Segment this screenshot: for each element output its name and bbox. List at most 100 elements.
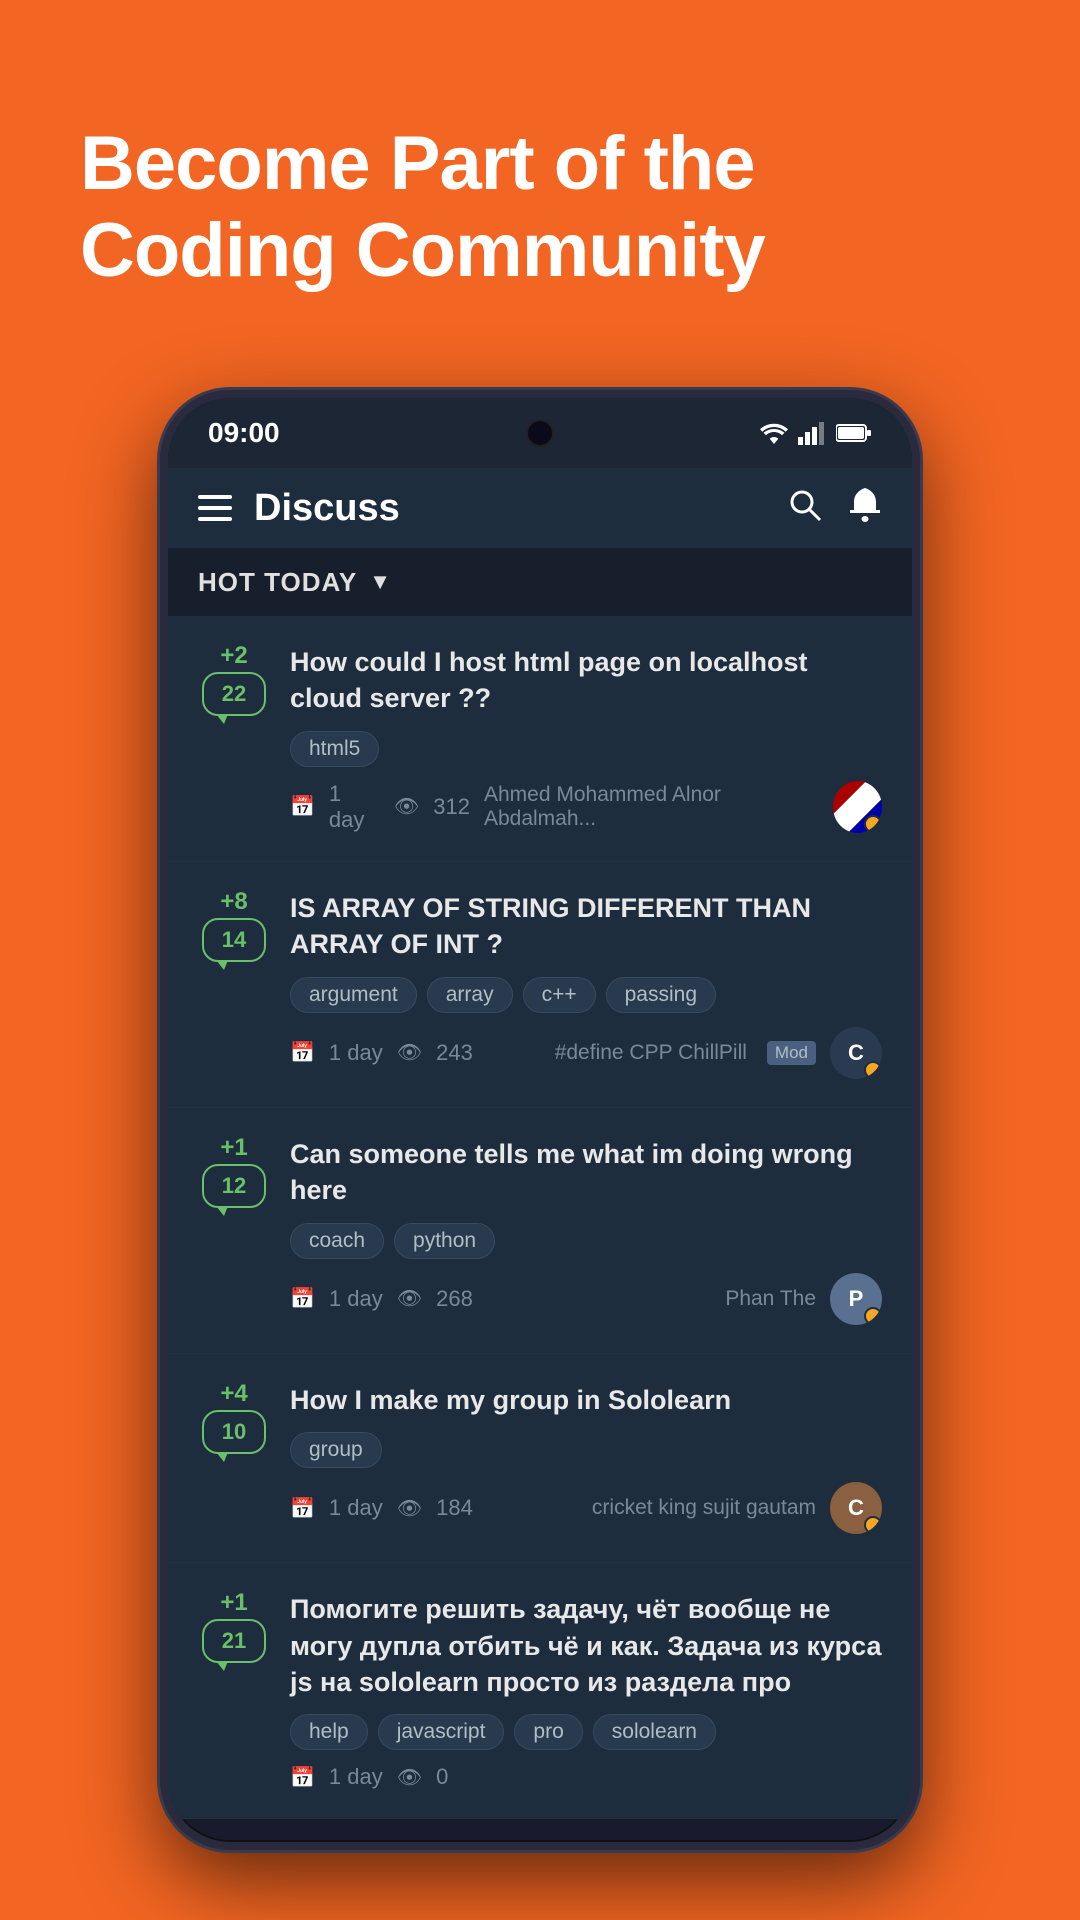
item-time: 1 day (329, 781, 380, 833)
item-meta: 📅 1 day 👁 268 Phan The P (290, 1273, 882, 1325)
list-item[interactable]: +1 21 Помогите решить задачу, чёт вообще… (168, 1563, 912, 1819)
item-user: Phan The (725, 1287, 816, 1311)
tag: python (394, 1223, 495, 1259)
avatar-badge (864, 1061, 882, 1079)
comment-bubble: 22 (202, 672, 266, 716)
item-title: IS ARRAY OF STRING DIFFERENT THAN ARRAY … (290, 890, 882, 963)
item-user: cricket king sujit gautam (592, 1496, 816, 1520)
calendar-icon: 📅 (290, 1496, 315, 1521)
comment-count: 22 (222, 681, 246, 707)
camera-notch (526, 419, 554, 447)
tag: argument (290, 977, 417, 1013)
tag: javascript (378, 1714, 505, 1750)
phone-screen: 09:00 (160, 390, 920, 1850)
tags: group (290, 1432, 882, 1468)
app-title: Discuss (254, 487, 400, 530)
wifi-icon (758, 421, 790, 445)
item-content: IS ARRAY OF STRING DIFFERENT THAN ARRAY … (290, 890, 882, 1079)
header-left: Discuss (198, 487, 400, 530)
comment-bubble: 12 (202, 1164, 266, 1208)
comment-bubble: 21 (202, 1619, 266, 1663)
tags: coach python (290, 1223, 882, 1259)
tag: pro (514, 1714, 582, 1750)
tags: argument array c++ passing (290, 977, 882, 1013)
battery-icon (836, 423, 872, 443)
item-user: Ahmed Mohammed Alnor Abdalmah... (484, 783, 819, 831)
hamburger-menu[interactable] (198, 495, 232, 521)
comment-bubble: 14 (202, 918, 266, 962)
item-views: 243 (436, 1040, 473, 1066)
eye-icon: 👁 (397, 1286, 422, 1311)
calendar-icon: 📅 (290, 1765, 315, 1790)
vote-block: +1 12 (198, 1136, 270, 1208)
comment-bubble: 10 (202, 1410, 266, 1454)
tag: array (427, 977, 513, 1013)
item-time: 1 day (329, 1495, 383, 1521)
item-meta: 📅 1 day 👁 243 #define CPP ChillPill Mod C (290, 1027, 882, 1079)
tags: html5 (290, 731, 882, 767)
list-item[interactable]: +4 10 How I make my group in Sololearn g… (168, 1354, 912, 1563)
tag: c++ (523, 977, 596, 1013)
calendar-icon: 📅 (290, 1040, 315, 1065)
avatar: P (830, 1273, 882, 1325)
item-time: 1 day (329, 1286, 383, 1312)
app-header: Discuss (168, 468, 912, 548)
item-views: 268 (436, 1286, 473, 1312)
tag: coach (290, 1223, 384, 1259)
item-user: #define CPP ChillPill (555, 1041, 747, 1065)
comment-count: 14 (222, 927, 246, 953)
vote-score: +1 (220, 1591, 247, 1615)
bell-icon[interactable] (848, 486, 882, 530)
status-time: 09:00 (208, 417, 280, 449)
list-item[interactable]: +2 22 How could I host html page on loca… (168, 616, 912, 862)
search-icon[interactable] (786, 486, 822, 530)
eye-icon: 👁 (397, 1765, 422, 1790)
avatar: C (830, 1027, 882, 1079)
filter-bar[interactable]: HOT TODAY ▼ (168, 548, 912, 616)
comment-count: 10 (222, 1419, 246, 1445)
discussions-list: +2 22 How could I host html page on loca… (168, 616, 912, 1819)
mod-badge: Mod (767, 1041, 816, 1065)
item-title: How I make my group in Sololearn (290, 1382, 882, 1418)
avatar-badge (864, 1516, 882, 1534)
vote-score: +2 (220, 644, 247, 668)
vote-block: +4 10 (198, 1382, 270, 1454)
phone-mockup: 09:00 (160, 390, 920, 1850)
item-meta: 📅 1 day 👁 0 (290, 1764, 882, 1790)
filter-arrow-icon: ▼ (369, 569, 391, 595)
avatar-badge (864, 815, 882, 833)
list-item[interactable]: +1 12 Can someone tells me what im doing… (168, 1108, 912, 1354)
tag: html5 (290, 731, 379, 767)
tag: sololearn (593, 1714, 716, 1750)
item-views: 312 (433, 794, 470, 820)
vote-score: +1 (220, 1136, 247, 1160)
item-time: 1 day (329, 1764, 383, 1790)
avatar: C (830, 1482, 882, 1534)
tag: passing (606, 977, 716, 1013)
item-views: 184 (436, 1495, 473, 1521)
item-title: Помогите решить задачу, чёт вообще не мо… (290, 1591, 882, 1700)
comment-count: 21 (222, 1628, 246, 1654)
status-bar: 09:00 (168, 398, 912, 468)
list-item[interactable]: +8 14 IS ARRAY OF STRING DIFFERENT THAN … (168, 862, 912, 1108)
filter-label: HOT TODAY (198, 567, 357, 598)
calendar-icon: 📅 (290, 1286, 315, 1311)
status-icons (758, 421, 872, 445)
eye-icon: 👁 (397, 1496, 422, 1521)
item-content: Помогите решить задачу, чёт вообще не мо… (290, 1591, 882, 1790)
item-time: 1 day (329, 1040, 383, 1066)
tags: helpjavascriptprosololearn (290, 1714, 882, 1750)
item-meta: 📅 1 day 👁 184 cricket king sujit gautam … (290, 1482, 882, 1534)
avatar-badge (864, 1307, 882, 1325)
vote-block: +1 21 (198, 1591, 270, 1663)
avatar (833, 781, 882, 833)
signal-icon (798, 421, 828, 445)
tag: group (290, 1432, 382, 1468)
eye-icon: 👁 (394, 794, 419, 819)
item-title: How could I host html page on localhost … (290, 644, 882, 717)
eye-icon: 👁 (397, 1040, 422, 1065)
vote-block: +8 14 (198, 890, 270, 962)
calendar-icon: 📅 (290, 794, 315, 819)
header-right (786, 486, 882, 530)
hero-title: Become Part of the Coding Community (80, 120, 1000, 295)
